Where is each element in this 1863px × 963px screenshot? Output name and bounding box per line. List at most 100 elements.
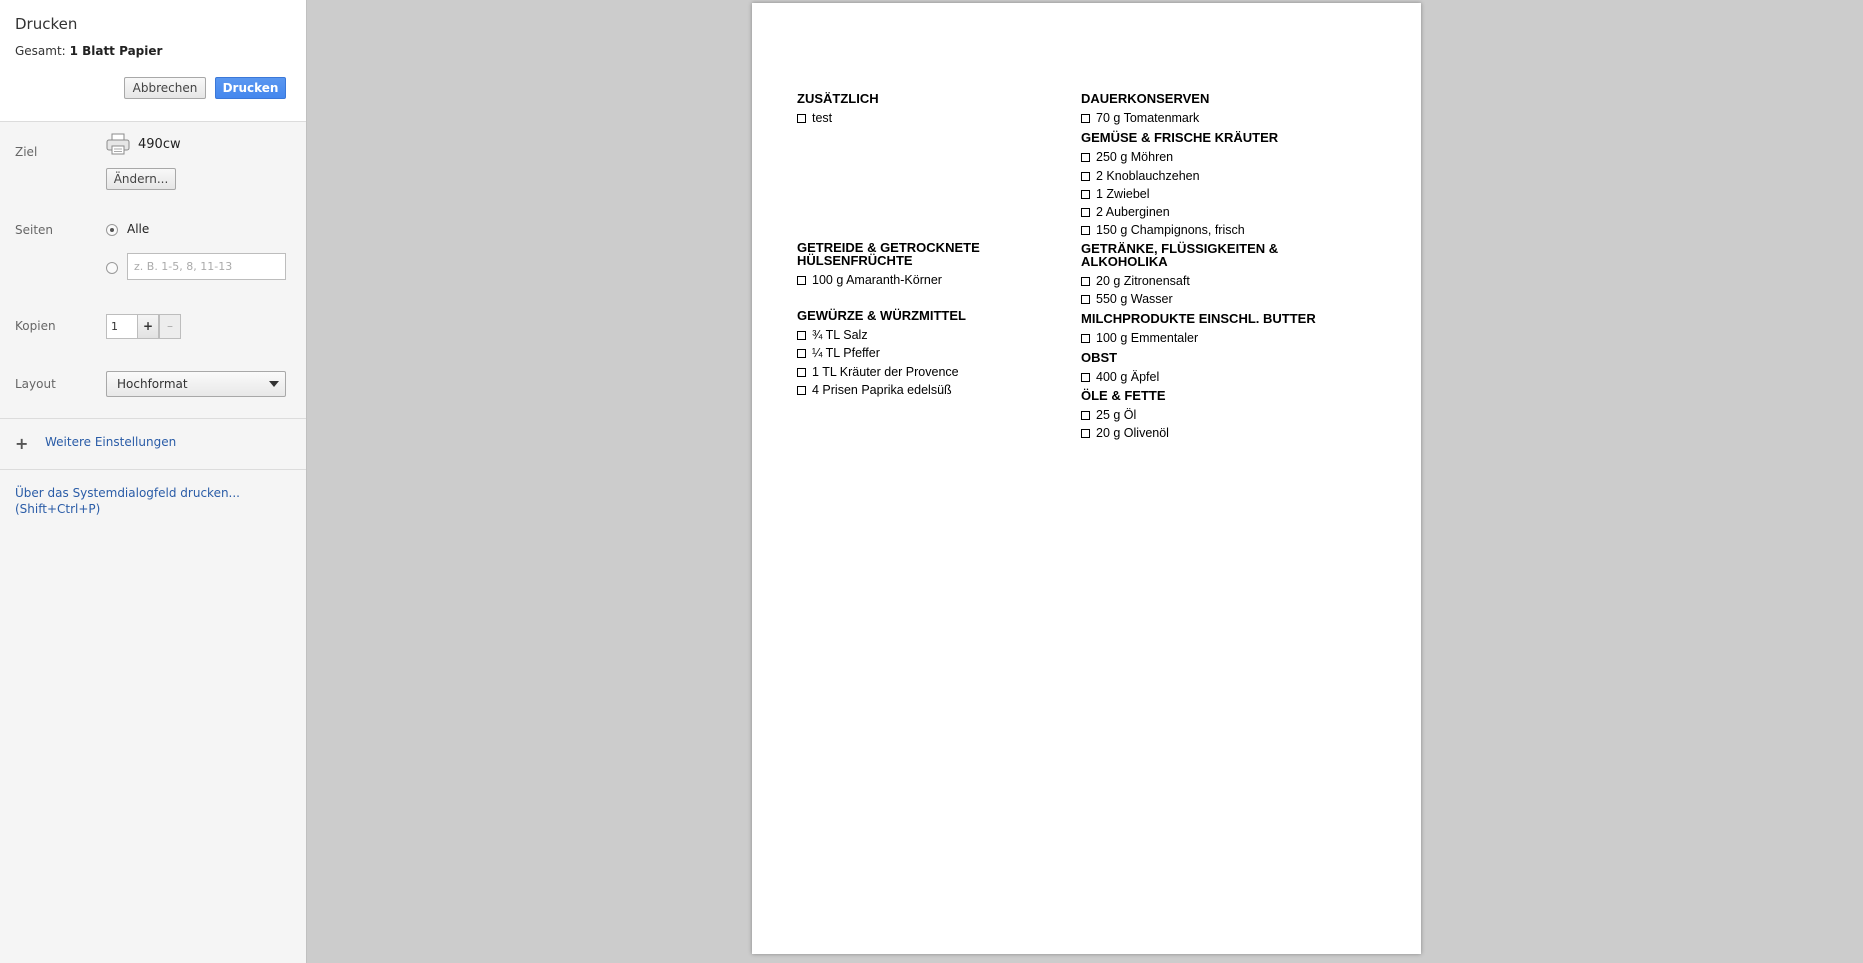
list-item: test	[797, 109, 1057, 127]
section-title: DAUERKONSERVEN	[1081, 91, 1210, 106]
checkbox-icon	[1081, 171, 1090, 181]
checkbox-icon	[1081, 372, 1090, 382]
checkbox-icon	[1081, 334, 1090, 344]
list-item: 20 g Zitronensaft	[1081, 272, 1381, 290]
checkbox-icon	[797, 367, 806, 377]
print-button[interactable]: Drucken	[215, 77, 286, 99]
section: ÖLE & FETTE 25 g Öl 20 g Olivenöl	[1081, 389, 1381, 443]
item-text: 70 g Tomatenmark	[1096, 111, 1200, 125]
list-item: 70 g Tomatenmark	[1081, 109, 1381, 127]
print-preview-page: ZUSÄTZLICH test GETREIDE & GETROCKNETE H…	[752, 3, 1421, 954]
item-text: 400 g Äpfel	[1096, 369, 1160, 384]
item-text: 1 Zwiebel	[1096, 186, 1150, 201]
system-dialog-text: Über das Systemdialogfeld drucken...	[15, 486, 240, 500]
copies-increment-button[interactable]: +	[137, 314, 159, 339]
chevron-down-icon	[269, 381, 279, 387]
item-text: 2 Auberginen	[1096, 205, 1170, 220]
total-value: 1 Blatt Papier	[69, 44, 163, 58]
list-item: 1 Zwiebel	[1081, 185, 1381, 203]
section-title: GETRÄNKE, FLÜSSIGKEITEN & ALKOHOLIKA	[1081, 240, 1279, 269]
section: DAUERKONSERVEN 70 g Tomatenmark	[1081, 92, 1381, 127]
more-settings-link[interactable]: Weitere Einstellungen	[45, 435, 176, 449]
list-item: 100 g Emmentaler	[1081, 329, 1381, 347]
item-text: ¾ TL Salz	[812, 328, 868, 342]
section-title: MILCHPRODUKTE EINSCHL. BUTTER	[1081, 311, 1316, 327]
list-item: 20 g Olivenöl	[1081, 424, 1381, 442]
list-item: 1 TL Kräuter der Provence	[797, 363, 1057, 381]
more-settings-row[interactable]: + Weitere Einstellungen	[0, 419, 306, 469]
section-title: ÖLE & FETTE	[1081, 387, 1166, 403]
page-range-input[interactable]	[127, 253, 286, 280]
section-title: OBST	[1081, 349, 1118, 365]
printer-icon	[106, 133, 130, 155]
layout-selected-value: Hochformat	[117, 377, 188, 391]
copies-decrement-button[interactable]: –	[159, 314, 181, 339]
list-item: 4 Prisen Paprika edelsüß	[797, 381, 1057, 399]
dialog-title: Drucken	[15, 15, 78, 33]
item-text: ¼ TL Pfeffer	[812, 346, 880, 361]
list-item: 2 Knoblauchzehen	[1081, 167, 1381, 185]
sheet-total: Gesamt: 1 Blatt Papier	[15, 44, 162, 58]
item-text: 1 TL Kräuter der Provence	[812, 364, 959, 379]
preview-right-column: DAUERKONSERVEN 70 g Tomatenmark GEMÜSE &…	[1081, 92, 1381, 443]
item-text: test	[812, 111, 833, 125]
checkbox-icon	[797, 114, 806, 123]
section: MILCHPRODUKTE EINSCHL. BUTTER 100 g Emme…	[1081, 312, 1381, 347]
change-destination-button[interactable]: Ändern...	[106, 168, 176, 190]
checkbox-icon	[1081, 114, 1090, 123]
item-text: 4 Prisen Paprika edelsüß	[812, 382, 952, 397]
checkbox-icon	[1081, 153, 1090, 163]
copies-input[interactable]	[106, 314, 138, 339]
section: GEWÜRZE & WÜRZMITTEL ¾ TL Salz ¼ TL Pfef…	[797, 309, 1057, 399]
list-item: 25 g Öl	[1081, 406, 1381, 424]
pages-all-label: Alle	[127, 222, 150, 236]
preview-left-column: ZUSÄTZLICH test GETREIDE & GETROCKNETE H…	[797, 92, 1057, 399]
cancel-button[interactable]: Abbrechen	[124, 77, 206, 99]
pages-all-radio[interactable]	[106, 224, 118, 236]
printer-name: 490cw	[138, 137, 181, 152]
checkbox-icon	[797, 385, 806, 395]
list-item: 550 g Wasser	[1081, 290, 1381, 308]
sidebar-header: Drucken Gesamt: 1 Blatt Papier Abbrechen…	[0, 0, 306, 122]
checkbox-icon	[1081, 226, 1090, 236]
item-text: 100 g Amaranth-Körner	[812, 273, 942, 287]
destination-label: Ziel	[15, 145, 38, 159]
item-text: 100 g Emmentaler	[1096, 331, 1199, 346]
pages-label: Seiten	[15, 223, 54, 237]
item-text: 25 g Öl	[1096, 407, 1137, 422]
list-item: 150 g Champignons, frisch	[1081, 221, 1381, 239]
item-text: 550 g Wasser	[1096, 292, 1173, 307]
section: OBST 400 g Äpfel	[1081, 351, 1381, 386]
item-text: 20 g Olivenöl	[1096, 426, 1169, 441]
section-title: GETREIDE & GETROCKNETE HÜLSENFRÜCHTE	[797, 240, 980, 268]
checkbox-icon	[1081, 295, 1090, 305]
section-title: ZUSÄTZLICH	[797, 91, 879, 106]
divider	[0, 469, 306, 470]
checkbox-icon	[797, 276, 806, 285]
section: GETREIDE & GETROCKNETE HÜLSENFRÜCHTE 100…	[797, 241, 1057, 309]
list-item: ¼ TL Pfeffer	[797, 344, 1057, 362]
section: GEMÜSE & FRISCHE KRÄUTER 250 g Möhren 2 …	[1081, 131, 1381, 239]
layout-label: Layout	[15, 377, 56, 391]
checkbox-icon	[797, 331, 806, 340]
list-item: ¾ TL Salz	[797, 326, 1057, 344]
checkbox-icon	[1081, 208, 1090, 218]
total-prefix: Gesamt:	[15, 44, 66, 58]
checkbox-icon	[1081, 429, 1090, 439]
list-item: 2 Auberginen	[1081, 203, 1381, 221]
checkbox-icon	[1081, 410, 1090, 420]
checkbox-icon	[1081, 189, 1090, 199]
section: GETRÄNKE, FLÜSSIGKEITEN & ALKOHOLIKA 20 …	[1081, 242, 1381, 309]
pages-range-radio[interactable]	[106, 262, 118, 274]
plus-icon: +	[15, 434, 29, 453]
list-item: 250 g Möhren	[1081, 148, 1381, 166]
section-title: GEWÜRZE & WÜRZMITTEL	[797, 308, 966, 323]
item-text: 250 g Möhren	[1096, 150, 1174, 165]
section: ZUSÄTZLICH test	[797, 92, 1057, 241]
list-item: 100 g Amaranth-Körner	[797, 271, 1057, 289]
system-dialog-shortcut: (Shift+Ctrl+P)	[15, 502, 101, 516]
checkbox-icon	[797, 349, 806, 359]
layout-select[interactable]: Hochformat	[106, 371, 286, 397]
system-dialog-link[interactable]: Über das Systemdialogfeld drucken... (Sh…	[15, 485, 275, 517]
item-text: 2 Knoblauchzehen	[1096, 168, 1200, 183]
